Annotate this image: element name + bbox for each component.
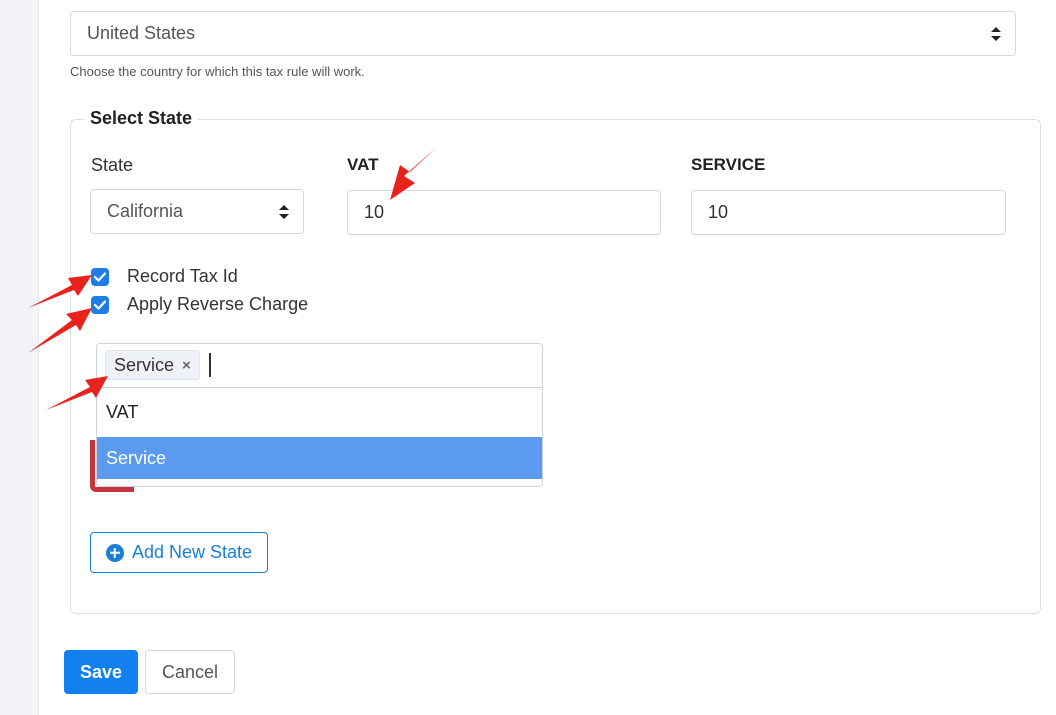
annotation-arrow-service-tag (46, 376, 108, 410)
